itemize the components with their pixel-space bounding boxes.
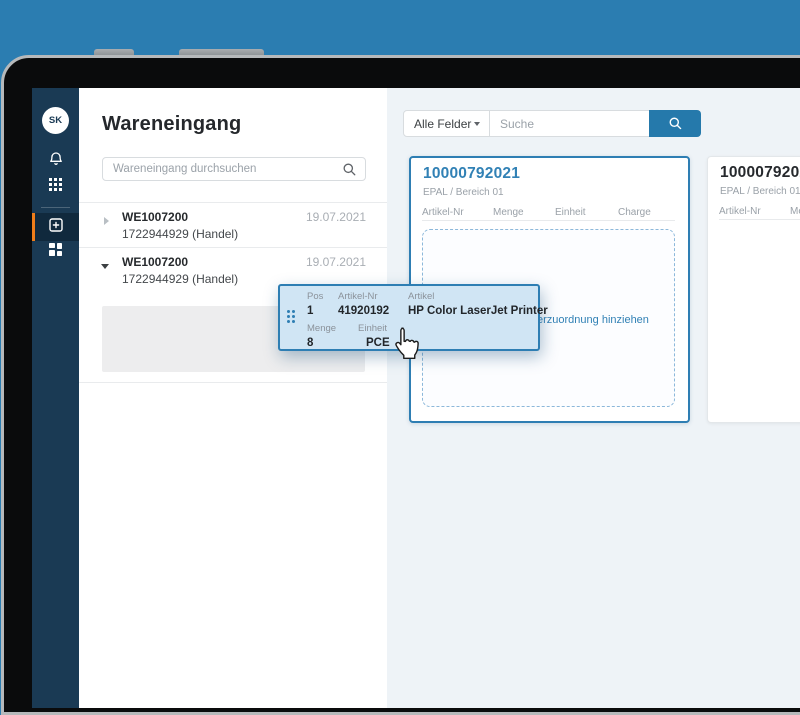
bell-icon: [48, 151, 64, 172]
search-icon: [343, 163, 356, 176]
receipt-date: 19.07.2021: [305, 255, 366, 269]
dropzone-hint: erzuordnung hinziehen: [537, 314, 649, 326]
divider: [422, 220, 675, 221]
storage-unit-id: 10000792029: [720, 164, 800, 181]
chevron-down-icon: [474, 121, 480, 126]
field-label: Pos: [307, 291, 324, 302]
chevron-right-icon[interactable]: [104, 217, 109, 225]
receipt-id: WE1007200: [122, 210, 189, 224]
add-square-icon: [48, 217, 64, 238]
field-value: 41920192: [338, 305, 390, 317]
field-label: Menge: [307, 323, 337, 334]
column-header: Charge: [618, 207, 651, 218]
tablet-frame: SK Wareneingang Wareneingang durchsuchen…: [1, 55, 800, 715]
field-value: HP Color LaserJet Printer: [408, 305, 548, 317]
sidebar-item-dashboard[interactable]: [32, 238, 79, 265]
list-item-we1007200-collapsed[interactable]: WE1007200 19.07.2021 1722944929 (Handel): [79, 202, 387, 247]
divider: [79, 382, 387, 383]
field-label: Artikel-Nr: [338, 291, 378, 302]
panel-search-input[interactable]: [490, 111, 649, 136]
sidebar-item-apps[interactable]: [32, 173, 79, 200]
column-header: Artikel-Nr: [422, 207, 464, 218]
chevron-down-icon[interactable]: [101, 264, 109, 269]
storage-unit-location: EPAL / Bereich 01: [720, 186, 800, 197]
list-search: [102, 157, 366, 181]
field-label: Artikel: [408, 291, 435, 302]
field-value: 1: [307, 305, 314, 317]
search-icon: [669, 117, 681, 130]
avatar[interactable]: SK: [42, 107, 69, 134]
dashboard-icon: [48, 242, 63, 262]
sidebar: SK: [32, 88, 79, 708]
field-value: PCE: [366, 337, 390, 349]
sidebar-item-notifications[interactable]: [32, 148, 79, 175]
receipt-ref: 1722944929 (Handel): [122, 227, 239, 241]
column-header: Menge: [790, 206, 800, 217]
search-button[interactable]: [649, 110, 701, 137]
list-search-input[interactable]: [103, 158, 365, 180]
hand-pointer-cursor: [392, 326, 420, 367]
column-header: Einheit: [555, 207, 586, 218]
field-label: Einheit: [358, 323, 388, 334]
field-value: 8: [307, 337, 314, 349]
sidebar-item-goods-receipt-active[interactable]: [32, 213, 79, 241]
field-filter-value: Alle Felder: [414, 116, 472, 131]
receipt-ref: 1722944929 (Handel): [122, 272, 239, 286]
page-title: Wareneingang: [102, 113, 242, 135]
drag-handle-icon[interactable]: [287, 310, 295, 323]
sidebar-divider: [41, 207, 70, 208]
field-filter-dropdown[interactable]: Alle Felder: [403, 110, 490, 137]
column-header: Artikel-Nr: [719, 206, 761, 217]
active-indicator-bar: [32, 213, 35, 241]
screen: SK Wareneingang Wareneingang durchsuchen…: [32, 88, 800, 708]
storage-unit-card-10000792029[interactable]: 10000792029 EPAL / Bereich 01 Artikel-Nr…: [707, 156, 800, 423]
goods-receipt-list-panel: Wareneingang WE1007200 19.07.2021 172294…: [79, 88, 387, 708]
storage-unit-id: 10000792021: [423, 165, 521, 182]
divider: [719, 219, 800, 220]
storage-unit-location: EPAL / Bereich 01: [423, 187, 504, 198]
receipt-date: 19.07.2021: [305, 210, 366, 224]
apps-grid-icon: [48, 177, 63, 197]
storage-assignment-panel: Alle Felder 10000792021 EPAL / Bereich 0…: [387, 88, 800, 708]
panel-search: [489, 110, 650, 137]
receipt-id: WE1007200: [122, 255, 189, 269]
column-header: Menge: [493, 207, 524, 218]
